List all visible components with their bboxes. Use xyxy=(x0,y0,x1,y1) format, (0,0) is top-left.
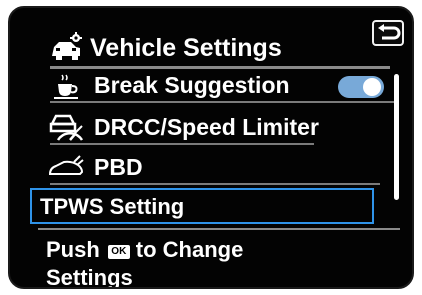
menu-item-tpws-setting[interactable]: TPWS Setting xyxy=(30,188,374,224)
menu-item-label: TPWS Setting xyxy=(40,194,185,219)
header: Vehicle Settings xyxy=(50,32,390,69)
back-icon xyxy=(378,24,401,40)
hint-prefix: Push xyxy=(46,237,100,262)
row-divider xyxy=(38,228,400,230)
page-title: Vehicle Settings xyxy=(90,34,282,62)
footer-hint: Push OK to Change Settings xyxy=(46,236,386,289)
hint-suffix: to Change xyxy=(135,237,244,262)
scrollbar[interactable] xyxy=(394,74,399,200)
menu-item-break-suggestion[interactable]: Break Suggestion xyxy=(34,66,398,106)
car-outline-icon xyxy=(48,152,84,184)
row-divider xyxy=(50,183,380,185)
car-speed-icon xyxy=(48,112,84,144)
hint-line-1: Push OK to Change xyxy=(46,236,386,264)
row-divider xyxy=(50,101,398,103)
car-gear-icon xyxy=(50,32,84,62)
menu-item-label: DRCC/Speed Limiter xyxy=(94,114,319,140)
menu-item-pbd[interactable]: PBD xyxy=(34,148,396,188)
break-suggestion-toggle[interactable] xyxy=(338,76,384,98)
back-button[interactable] xyxy=(372,20,404,46)
toggle-knob xyxy=(363,78,381,96)
vehicle-settings-screen: Vehicle Settings Break Suggestion DRCC/S… xyxy=(8,6,414,289)
coffee-cup-icon xyxy=(48,70,84,102)
menu-item-label: PBD xyxy=(94,154,143,180)
ok-button-badge: OK xyxy=(107,245,130,259)
menu-item-label: Break Suggestion xyxy=(94,72,290,98)
menu-item-drcc-speed-limiter[interactable]: DRCC/Speed Limiter xyxy=(34,108,396,148)
row-divider xyxy=(50,143,314,145)
hint-line-2: Settings xyxy=(46,265,133,289)
